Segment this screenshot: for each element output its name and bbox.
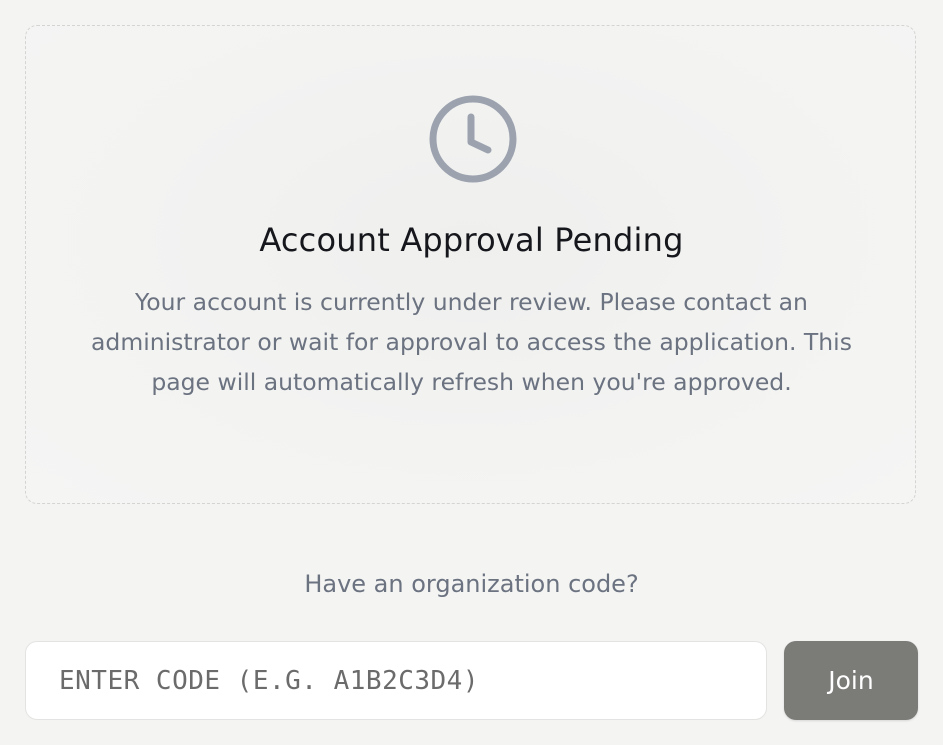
approval-message: Your account is currently under review. … [91,288,852,396]
organization-code-prompt: Have an organization code? [304,570,639,598]
join-button[interactable]: Join [784,641,918,720]
clock-icon [429,95,517,183]
approval-pending-card: Account Approval Pending Your account is… [25,25,916,504]
organization-code-input[interactable] [25,641,767,720]
page-title: Account Approval Pending [259,221,684,259]
